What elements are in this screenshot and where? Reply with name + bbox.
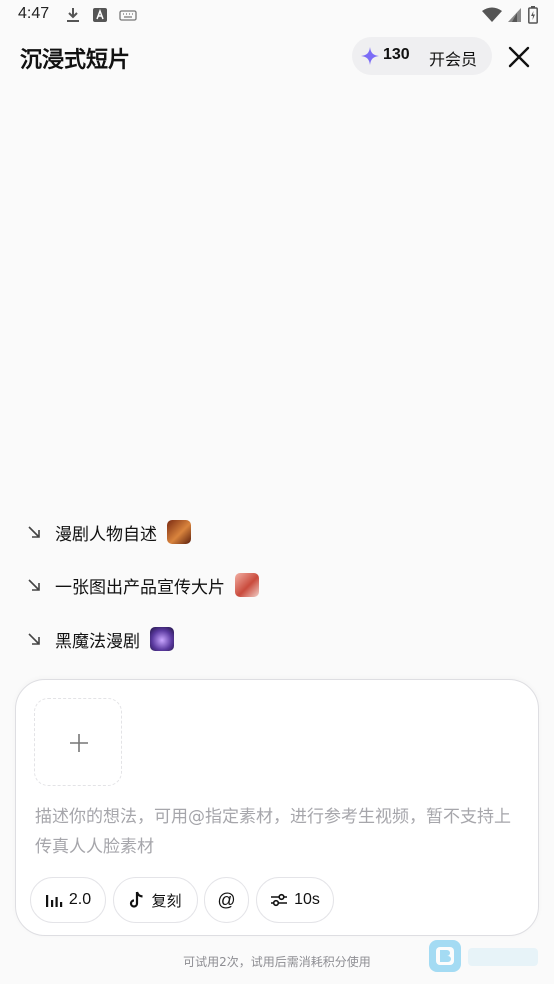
page-title: 沉浸式短片: [20, 48, 131, 73]
keyboard-icon: [119, 10, 137, 21]
tiktok-icon: [130, 891, 144, 908]
close-icon[interactable]: [505, 43, 533, 71]
arrow-down-right-icon: [28, 579, 40, 591]
credits-count: 130: [383, 46, 410, 63]
suggestion-thumbnail: [167, 520, 191, 544]
download-icon: [67, 8, 79, 22]
sliders-icon: [271, 893, 288, 907]
credits-vip-button[interactable]: 130 开会员: [352, 37, 492, 75]
vip-label: 开会员: [429, 50, 478, 69]
wifi-icon: [482, 7, 502, 22]
replicate-label: 复刻: [151, 891, 182, 910]
battery-icon: [528, 6, 538, 24]
signal-icon: [508, 8, 521, 22]
suggestion-label: 黑魔法漫剧: [55, 631, 140, 652]
prompt-input[interactable]: 描述你的想法，可用@指定素材，进行参考生视频，暂不支持上传真人人脸素材: [35, 802, 515, 862]
suggestion-item[interactable]: 漫剧人物自述: [26, 516, 191, 548]
model-version-chip[interactable]: 2.0: [30, 877, 106, 923]
watermark-logo: [429, 940, 538, 972]
status-right: [482, 6, 538, 24]
arrow-down-right-icon: [28, 633, 40, 645]
bars-icon: [45, 895, 63, 907]
replicate-chip[interactable]: 复刻: [113, 877, 198, 923]
mention-chip[interactable]: @: [204, 877, 249, 923]
suggestion-label: 漫剧人物自述: [55, 524, 157, 545]
suggestion-item[interactable]: 一张图出产品宣传大片: [26, 569, 259, 601]
top-bar: 沉浸式短片 130 开会员: [0, 32, 554, 80]
suggestion-item[interactable]: 黑魔法漫剧: [26, 623, 174, 655]
status-bar: 4:47: [0, 0, 554, 32]
status-time: 4:47: [18, 5, 50, 22]
suggestion-thumbnail: [235, 573, 259, 597]
mention-label: @: [217, 889, 236, 910]
duration-chip[interactable]: 10s: [256, 877, 334, 923]
suggestion-thumbnail: [150, 627, 174, 651]
suggestion-label: 一张图出产品宣传大片: [55, 577, 225, 598]
model-version-label: 2.0: [68, 891, 92, 908]
font-a-icon: [93, 8, 107, 22]
composer-card: 描述你的想法，可用@指定素材，进行参考生视频，暂不支持上传真人人脸素材 2.0 …: [15, 679, 539, 936]
upload-media-button[interactable]: [34, 698, 122, 786]
duration-label: 10s: [294, 891, 320, 908]
arrow-down-right-icon: [28, 526, 40, 538]
sparkle-icon: [361, 47, 379, 65]
plus-icon: [70, 734, 88, 752]
